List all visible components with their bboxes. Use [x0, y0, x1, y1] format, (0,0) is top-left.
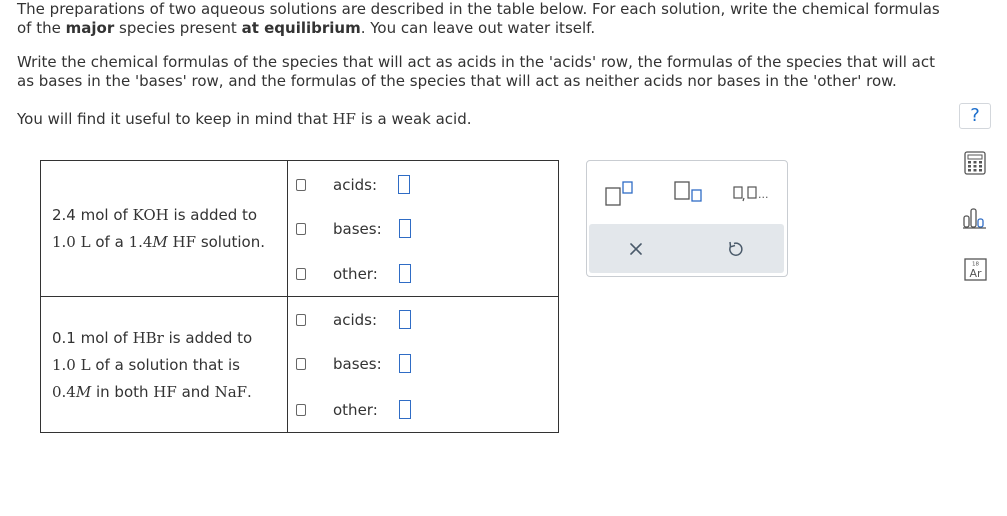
intro-text: The preparations of two aqueous solution…	[17, 0, 940, 38]
palette-actions	[589, 224, 784, 273]
other-label: other:	[333, 401, 378, 419]
other-none-checkbox[interactable]	[296, 268, 306, 280]
periodic-table-button[interactable]: 18 Ar	[961, 257, 989, 283]
bases-input[interactable]	[399, 354, 411, 373]
other-input[interactable]	[399, 264, 411, 283]
hint-formula: HF	[332, 110, 356, 128]
superscript-icon	[605, 181, 633, 206]
acids-label: acids:	[333, 311, 377, 329]
list-ellipsis: ...	[758, 188, 769, 201]
bases-none-checkbox[interactable]	[296, 223, 306, 235]
bases-input[interactable]	[399, 219, 411, 238]
help-icon: ?	[970, 105, 980, 126]
instructions-line-1: Write the chemical formulas of the speci…	[17, 53, 935, 71]
close-icon	[630, 243, 642, 255]
periodic-symbol: Ar	[969, 267, 982, 280]
answer-area: acids: bases: other:	[288, 161, 558, 296]
bases-none-checkbox[interactable]	[296, 358, 306, 370]
intro-line-2: of the major species present at equilibr…	[17, 19, 596, 37]
solutions-table: 2.4 mol of KOH is added to 1.0 L of a 1.…	[40, 160, 559, 433]
subscript-icon	[674, 181, 702, 202]
major-bold: major	[65, 19, 115, 37]
hint-text: You will find it useful to keep in mind …	[17, 110, 472, 128]
data-chart-button[interactable]	[961, 205, 989, 231]
other-label: other:	[333, 265, 378, 283]
acids-none-checkbox[interactable]	[296, 179, 306, 191]
answer-area: acids: bases: other:	[288, 297, 558, 432]
table-row: 0.1 mol of HBr is added to 1.0 L of a so…	[41, 297, 558, 432]
undo-icon	[729, 241, 743, 256]
instructions-line-2: as bases in the 'bases' row, and the for…	[17, 72, 897, 90]
acids-none-checkbox[interactable]	[296, 314, 306, 326]
help-button[interactable]: ?	[959, 103, 991, 129]
bar-chart-icon	[963, 208, 986, 229]
solution-description: 2.4 mol of KOH is added to 1.0 L of a 1.…	[41, 161, 288, 296]
acids-input[interactable]	[398, 175, 410, 194]
solution-description: 0.1 mol of HBr is added to 1.0 L of a so…	[41, 297, 288, 432]
calculator-icon	[964, 151, 986, 175]
clear-button[interactable]	[623, 236, 649, 262]
superscript-tool[interactable]	[603, 178, 639, 206]
undo-button[interactable]	[722, 236, 748, 262]
list-tool[interactable]: ...	[732, 178, 784, 206]
acids-label: acids:	[333, 176, 377, 194]
calculator-button[interactable]	[961, 150, 989, 176]
instructions-text: Write the chemical formulas of the speci…	[17, 53, 935, 91]
subscript-tool[interactable]	[672, 178, 708, 206]
other-input[interactable]	[399, 400, 411, 419]
table-row: 2.4 mol of KOH is added to 1.0 L of a 1.…	[41, 161, 558, 297]
acids-input[interactable]	[399, 310, 411, 329]
formula-palette: ...	[586, 160, 788, 277]
other-none-checkbox[interactable]	[296, 404, 306, 416]
periodic-table-icon: 18 Ar	[964, 258, 987, 281]
bases-label: bases:	[333, 355, 382, 373]
intro-line-1: The preparations of two aqueous solution…	[17, 0, 940, 18]
bases-label: bases:	[333, 220, 382, 238]
list-icon: ...	[733, 186, 769, 202]
equilibrium-bold: at equilibrium	[241, 19, 361, 37]
